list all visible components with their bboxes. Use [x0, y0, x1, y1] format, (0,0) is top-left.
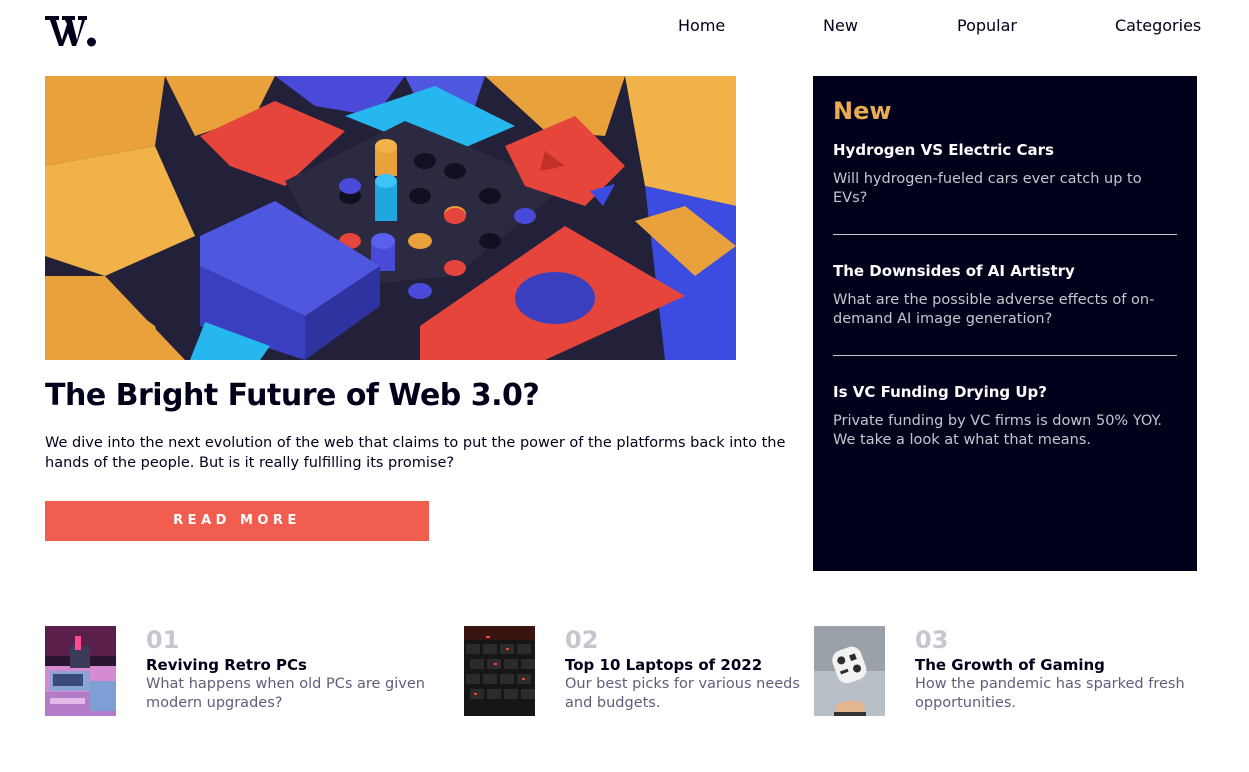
- retro-pc-thumbnail: [45, 626, 116, 716]
- hero-image: [45, 76, 736, 360]
- new-item-hydrogen[interactable]: Hydrogen VS Electric Cars Will hydrogen-…: [833, 140, 1177, 208]
- read-more-button[interactable]: READ MORE: [45, 501, 429, 541]
- logo-icon: [45, 16, 96, 47]
- nav-categories[interactable]: Categories: [1115, 16, 1201, 36]
- laptop-keyboard-thumbnail: [464, 626, 535, 716]
- card-number: 01: [146, 626, 180, 654]
- divider: [833, 234, 1177, 235]
- card-description: How the pandemic has sparked fresh oppor…: [915, 676, 1185, 711]
- new-item-ai-artistry[interactable]: The Downsides of AI Artistry What are th…: [833, 261, 1177, 329]
- new-item-description: Will hydrogen-fueled cars ever catch up …: [833, 171, 1142, 206]
- divider: [833, 355, 1177, 356]
- hero-description: We dive into the next evolution of the w…: [45, 435, 786, 471]
- card-description: What happens when old PCs are given mode…: [146, 676, 425, 711]
- new-articles-panel: New Hydrogen VS Electric Cars Will hydro…: [813, 76, 1197, 571]
- hero-title: The Bright Future of Web 3.0?: [45, 378, 540, 413]
- game-controller-thumbnail: [814, 626, 885, 716]
- card-title[interactable]: The Growth of Gaming: [915, 655, 1105, 675]
- new-item-title[interactable]: Hydrogen VS Electric Cars: [833, 140, 1177, 160]
- new-panel-heading: New: [833, 97, 892, 125]
- new-item-vc-funding[interactable]: Is VC Funding Drying Up? Private funding…: [833, 382, 1177, 450]
- new-item-title[interactable]: The Downsides of AI Artistry: [833, 261, 1177, 281]
- card-number: 03: [915, 626, 949, 654]
- card-number: 02: [565, 626, 599, 654]
- card-retro-pcs[interactable]: 01 Reviving Retro PCs What happens when …: [45, 626, 425, 716]
- card-top-laptops[interactable]: 02 Top 10 Laptops of 2022 Our best picks…: [464, 626, 809, 716]
- new-item-title[interactable]: Is VC Funding Drying Up?: [833, 382, 1177, 402]
- card-title[interactable]: Top 10 Laptops of 2022: [565, 655, 762, 675]
- card-title[interactable]: Reviving Retro PCs: [146, 655, 307, 675]
- card-growth-gaming[interactable]: 03 The Growth of Gaming How the pandemic…: [814, 626, 1197, 716]
- card-description: Our best picks for various needs and bud…: [565, 676, 800, 711]
- new-item-description: What are the possible adverse effects of…: [833, 292, 1155, 327]
- new-item-description: Private funding by VC firms is down 50% …: [833, 413, 1163, 448]
- nav-popular[interactable]: Popular: [957, 16, 1017, 36]
- nav-new[interactable]: New: [823, 16, 858, 36]
- nav-home[interactable]: Home: [678, 16, 725, 36]
